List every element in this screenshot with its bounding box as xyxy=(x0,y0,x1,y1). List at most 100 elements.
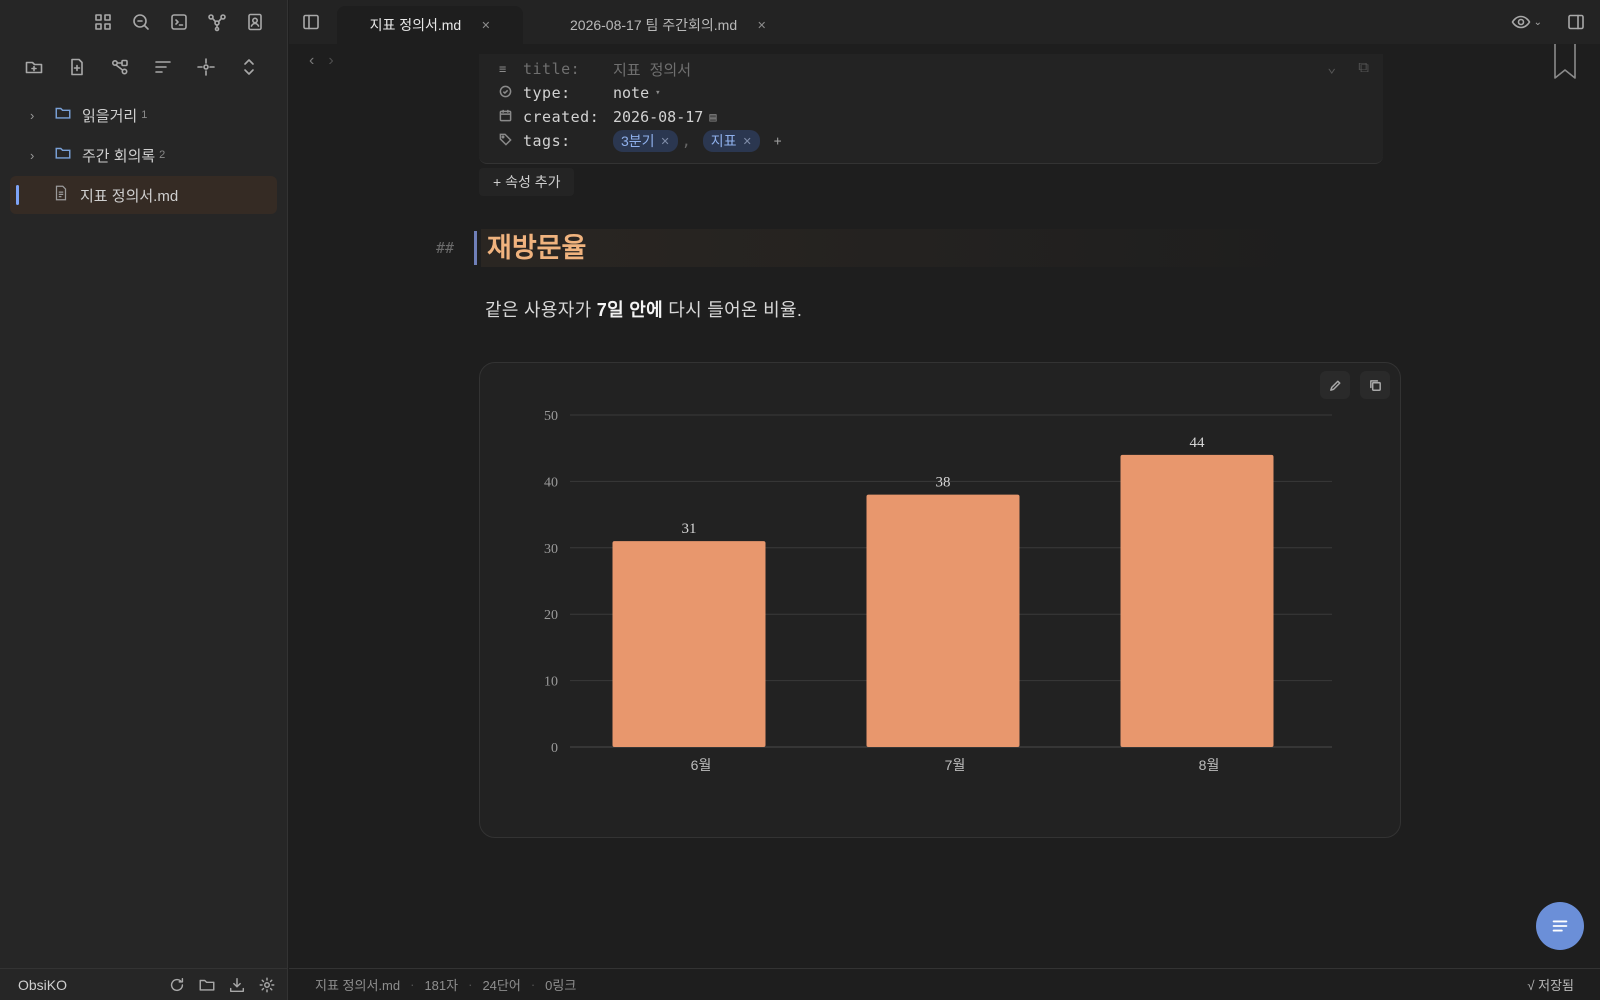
menu-lines-icon xyxy=(1552,920,1568,932)
locate-icon[interactable] xyxy=(196,57,216,77)
tag-remove-icon[interactable]: ✕ xyxy=(743,135,752,148)
tab-close-icon[interactable]: ✕ xyxy=(757,19,766,32)
section-heading[interactable]: 재방문율 xyxy=(481,229,1406,267)
right-sidebar-toggle-icon[interactable] xyxy=(1566,12,1586,32)
property-created[interactable]: created: 2026-08-17 ▤ xyxy=(499,106,717,128)
reading-view-toggle[interactable]: ⌄ xyxy=(1511,12,1542,32)
chevron-down-icon[interactable]: ⌄ xyxy=(1327,58,1336,76)
dropdown-caret-icon[interactable]: ▾ xyxy=(655,88,660,98)
body-paragraph[interactable]: 같은 사용자가 7일 안에 다시 들어온 비율. xyxy=(485,296,802,322)
property-key: tags: xyxy=(523,132,571,150)
text-lines-icon: ≡ xyxy=(499,62,507,76)
chevron-right-icon[interactable]: › xyxy=(30,108,44,123)
property-key: title: xyxy=(523,60,581,78)
para-text: 다시 들어온 비율. xyxy=(662,300,803,320)
expand-collapse-icon[interactable] xyxy=(239,57,259,77)
edit-pencil-icon[interactable] xyxy=(1320,371,1350,399)
property-tags[interactable]: tags: 3분기 ✕ , 지표 ✕ + xyxy=(499,130,782,152)
bookmark-icon[interactable] xyxy=(1552,44,1578,80)
property-type[interactable]: type: note ▾ xyxy=(499,82,661,104)
date-picker-icon[interactable]: ▤ xyxy=(709,110,716,124)
folder-icon xyxy=(54,104,72,126)
copy-icon[interactable] xyxy=(1360,371,1390,399)
graph-icon[interactable] xyxy=(207,12,227,32)
status-word-count: 24단어 xyxy=(482,978,521,993)
property-key: type: xyxy=(523,84,571,102)
y-tick-label: 20 xyxy=(544,608,558,623)
sidebar-toggle-icon[interactable] xyxy=(301,12,321,32)
tag-remove-icon[interactable]: ✕ xyxy=(661,135,670,148)
tag-chip[interactable]: 3분기 ✕ xyxy=(613,130,678,152)
file-explorer-actions xyxy=(0,44,287,90)
status-file-name: 지표 정의서.md xyxy=(315,978,401,993)
tree-item-label: 읽을거리 xyxy=(82,107,138,125)
property-value[interactable]: note ▾ xyxy=(613,84,661,102)
copy-icon[interactable]: ⧉ xyxy=(1358,58,1369,76)
vault-name[interactable]: ObsiKO xyxy=(18,977,168,993)
chart-block: 0 10 20 30 40 50 31 6월 38 7월 44 8월 xyxy=(479,362,1401,838)
tree-folder-weekly-meetings[interactable]: › 주간 회의록 2 xyxy=(10,136,277,174)
add-tag-button[interactable]: + xyxy=(774,134,782,149)
x-tick-label: 8월 xyxy=(1199,757,1220,773)
property-value[interactable]: 2026-08-17 ▤ xyxy=(613,108,717,126)
property-key: created: xyxy=(523,108,600,126)
date-value: 2026-08-17 xyxy=(613,108,704,126)
chevron-right-icon[interactable]: › xyxy=(30,148,44,163)
status-separator: · xyxy=(530,977,536,992)
type-value: note xyxy=(613,84,650,102)
tree-item-label: 지표 정의서.md xyxy=(80,187,179,205)
tags-list: 3분기 ✕ , 지표 ✕ + xyxy=(613,130,782,152)
properties-panel: ⌄ ⧉ ≡ title: 지표 정의서 type: note ▾ created… xyxy=(479,54,1383,164)
search-icon[interactable] xyxy=(131,12,151,32)
back-arrow-icon[interactable]: ‹ xyxy=(309,52,314,78)
tree-item-count: 1 xyxy=(141,109,148,121)
data-label: 38 xyxy=(936,475,951,491)
eye-icon xyxy=(1511,12,1531,32)
tab-bar: 지표 정의서.md ✕ 2026-08-17 팀 주간회의.md ✕ ⌄ xyxy=(289,0,1600,44)
tab-weekly-meeting[interactable]: 2026-08-17 팀 주간회의.md ✕ xyxy=(554,6,794,44)
heading-line[interactable]: ## 재방문율 xyxy=(436,228,1406,268)
vault-footer: ObsiKO xyxy=(0,968,288,1000)
tab-label: 2026-08-17 팀 주간회의.md xyxy=(570,17,738,33)
property-value[interactable]: 지표 정의서 xyxy=(613,59,691,80)
check-circle-icon xyxy=(499,85,513,101)
active-indicator xyxy=(16,185,19,205)
tag-label: 3분기 xyxy=(621,133,655,149)
y-tick-label: 0 xyxy=(551,741,558,756)
chevron-down-icon: ⌄ xyxy=(1533,16,1542,28)
terminal-icon[interactable] xyxy=(169,12,189,32)
left-sidebar: › 읽을거리 1 › 주간 회의록 2 지표 정의서.md ObsiKO xyxy=(0,0,288,1000)
heading-marker: ## xyxy=(436,239,455,257)
settings-gear-icon[interactable] xyxy=(258,976,276,994)
tab-metric-definitions[interactable]: 지표 정의서.md ✕ xyxy=(337,6,523,44)
add-property-button[interactable]: + 속성 추가 xyxy=(479,168,575,196)
status-saved: √ 저장됨 xyxy=(1527,978,1574,993)
status-separator: · xyxy=(468,977,473,992)
share-icon[interactable] xyxy=(110,57,130,77)
tag-label: 지표 xyxy=(710,133,737,149)
download-icon[interactable] xyxy=(228,976,246,994)
property-title[interactable]: ≡ title: 지표 정의서 xyxy=(499,58,691,80)
y-tick-label: 10 xyxy=(544,675,558,690)
tag-chip[interactable]: 지표 ✕ xyxy=(702,130,760,152)
forward-arrow-icon[interactable]: › xyxy=(328,52,333,78)
tree-file-metric-definitions[interactable]: 지표 정의서.md xyxy=(10,176,277,214)
y-tick-label: 30 xyxy=(544,542,558,557)
para-bold-text: 7일 안에 xyxy=(596,300,663,320)
tree-folder-reading[interactable]: › 읽을거리 1 xyxy=(10,96,277,134)
folder-open-icon[interactable] xyxy=(198,976,216,994)
new-folder-icon[interactable] xyxy=(24,57,44,77)
tab-label: 지표 정의서.md xyxy=(369,17,462,33)
data-label: 31 xyxy=(682,521,697,537)
para-text: 같은 사용자가 xyxy=(485,300,597,320)
tree-item-count: 2 xyxy=(159,149,166,161)
new-file-icon[interactable] xyxy=(67,57,87,77)
y-tick-label: 50 xyxy=(544,409,558,424)
file-icon xyxy=(52,184,70,206)
tab-close-icon[interactable]: ✕ xyxy=(481,19,490,32)
sync-icon[interactable] xyxy=(168,976,186,994)
contact-icon[interactable] xyxy=(245,12,265,32)
sort-icon[interactable] xyxy=(153,57,173,77)
outline-fab-button[interactable] xyxy=(1536,902,1584,950)
grid-icon[interactable] xyxy=(93,12,113,32)
